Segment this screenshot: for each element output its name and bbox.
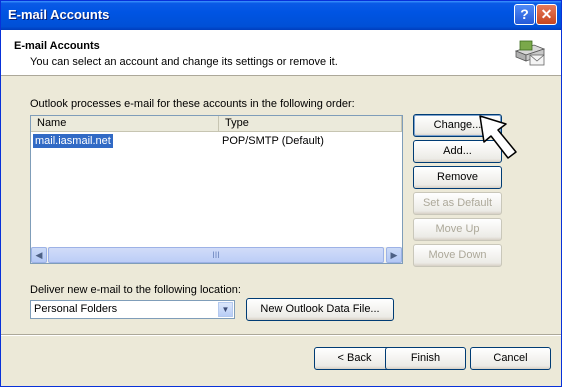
cancel-button[interactable]: Cancel [470,347,551,370]
close-button[interactable]: ✕ [536,4,557,25]
account-row-name[interactable]: mail.iasmail.net [33,134,113,148]
help-button[interactable]: ? [514,4,535,25]
finish-button[interactable]: Finish [385,347,466,370]
email-accounts-icon [514,40,546,66]
wizard-header: E-mail Accounts You can select an accoun… [1,30,561,76]
column-header-name[interactable]: Name [31,116,219,132]
scroll-left-icon[interactable]: ◀ [31,247,47,263]
pointer-arrow-icon [479,115,517,159]
delivery-location-value: Personal Folders [34,303,118,315]
set-as-default-button[interactable]: Set as Default [413,192,502,215]
header-title: E-mail Accounts [14,40,100,52]
scroll-thumb[interactable]: III [48,247,384,263]
accounts-order-label: Outlook processes e-mail for these accou… [30,98,355,110]
remove-button[interactable]: Remove [413,166,502,189]
scroll-right-icon[interactable]: ▶ [386,247,402,263]
footer-separator [1,334,561,336]
back-button[interactable]: < Back [314,347,395,370]
window-title: E-mail Accounts [8,7,110,22]
column-header-type[interactable]: Type [219,116,402,132]
move-up-button[interactable]: Move Up [413,218,502,241]
dropdown-arrow-icon[interactable]: ▼ [218,302,233,317]
account-row-type[interactable]: POP/SMTP (Default) [222,134,324,148]
email-accounts-dialog: E-mail Accounts ? ✕ E-mail Accounts You … [0,0,562,387]
new-outlook-data-file-button[interactable]: New Outlook Data File... [246,298,394,321]
delivery-location-select[interactable]: Personal Folders ▼ [30,300,235,319]
accounts-list[interactable]: Name Type mail.iasmail.net POP/SMTP (Def… [30,115,403,264]
horizontal-scrollbar[interactable]: ◀ III ▶ [31,247,402,263]
header-subtitle: You can select an account and change its… [30,56,338,68]
title-bar[interactable]: E-mail Accounts ? ✕ [1,1,561,30]
deliver-location-label: Deliver new e-mail to the following loca… [30,284,241,296]
move-down-button[interactable]: Move Down [413,244,502,267]
